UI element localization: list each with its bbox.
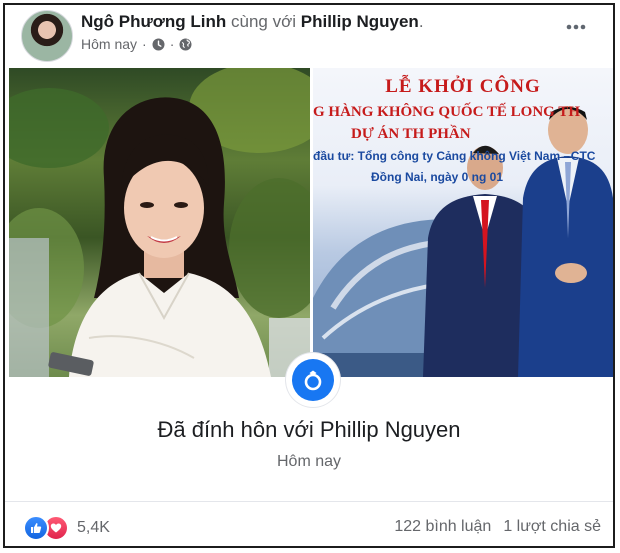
ceremony-photo[interactable]: LỄ KHỞI CÔNG G HÀNG KHÔNG QUỐC TẾ LONG T… xyxy=(313,68,613,377)
reaction-count[interactable]: 5,4K xyxy=(77,519,110,537)
post-author-line: Ngô Phương Linh cùng với Phillip Nguyen. xyxy=(81,12,424,32)
post-header: Ngô Phương Linh cùng với Phillip Nguyen.… xyxy=(5,5,613,69)
life-event-title: Đã đính hôn với Phillip Nguyen xyxy=(157,417,461,442)
tagged-name[interactable]: Phillip Nguyen xyxy=(301,12,419,31)
life-event-time: Hôm nay xyxy=(276,453,342,470)
tag-suffix: . xyxy=(418,12,424,31)
sign-line-4: đầu tư: Tổng công ty Cảng không Việt Nam… xyxy=(313,149,596,163)
post-card: Ngô Phương Linh cùng với Phillip Nguyen.… xyxy=(3,3,615,548)
with-word: cùng với xyxy=(231,12,297,31)
globe-icon xyxy=(179,38,192,51)
post-meta: Hôm nay · · xyxy=(81,36,192,52)
meta-dot: · xyxy=(142,36,147,52)
clock-icon xyxy=(152,38,165,51)
portrait-photo[interactable] xyxy=(9,68,310,377)
share-count[interactable]: 1 lượt chia sẻ xyxy=(503,518,601,536)
comment-count[interactable]: 122 bình luận xyxy=(394,518,491,536)
sign-line-2: G HÀNG KHÔNG QUỐC TẾ LONG TH xyxy=(313,104,580,120)
photo-collage: LỄ KHỞI CÔNG G HÀNG KHÔNG QUỐC TẾ LONG T… xyxy=(5,68,613,377)
post-time[interactable]: Hôm nay xyxy=(81,36,137,52)
sign-line-3: DỰ ÁN TH PHẦN xyxy=(351,126,471,142)
sign-line-5: Đồng Nai, ngày 0 ng 01 xyxy=(371,170,504,184)
reactions-summary[interactable]: 5,4K xyxy=(23,515,110,541)
more-icon[interactable] xyxy=(565,19,587,35)
avatar[interactable] xyxy=(21,10,73,62)
life-event-badge xyxy=(286,353,340,407)
author-name[interactable]: Ngô Phương Linh xyxy=(81,12,226,31)
ring-icon xyxy=(292,359,334,401)
meta-dot-2: · xyxy=(169,36,175,52)
like-icon xyxy=(23,515,49,541)
engagement-stats: 122 bình luận 1 lượt chia sẻ xyxy=(394,518,601,536)
sign-title: LỄ KHỞI CÔNG xyxy=(385,76,541,97)
divider xyxy=(5,501,613,502)
post-footer: 5,4K 122 bình luận 1 lượt chia sẻ xyxy=(5,511,613,543)
